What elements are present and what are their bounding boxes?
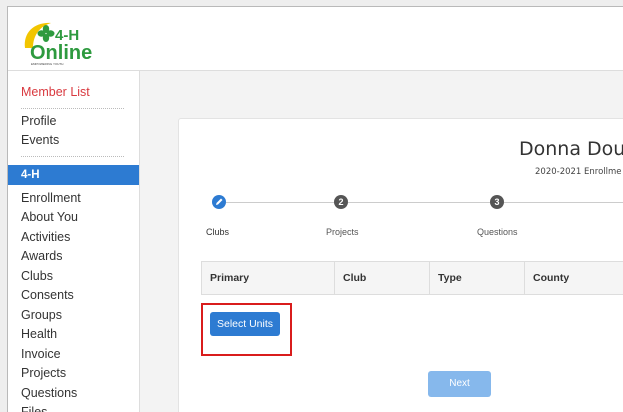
sidebar-divider [21, 108, 124, 109]
top-header: 4-H Online EMPOWERING YOUTH [8, 7, 623, 71]
step-connector [226, 202, 334, 203]
sidebar-item-projects[interactable]: Projects [8, 364, 139, 383]
4h-online-logo[interactable]: 4-H Online EMPOWERING YOUTH [21, 18, 101, 66]
sidebar-item-about-you[interactable]: About You [8, 208, 139, 227]
step-label-projects: Projects [326, 227, 359, 237]
member-name: Donna Dougl [519, 138, 623, 160]
enrollment-year: 2020-2021 Enrollme [535, 167, 622, 177]
sidebar-item-awards[interactable]: Awards [8, 247, 139, 266]
sidebar-item-clubs[interactable]: Clubs [8, 267, 139, 286]
step-clubs-indicator[interactable] [212, 195, 226, 209]
next-button[interactable]: Next [428, 371, 491, 397]
column-header-club[interactable]: Club [335, 262, 430, 294]
sidebar-item-health[interactable]: Health [8, 325, 139, 344]
pencil-icon [216, 198, 223, 205]
logo-tagline: EMPOWERING YOUTH [31, 62, 63, 66]
sidebar-item-consents[interactable]: Consents [8, 286, 139, 305]
column-header-county[interactable]: County [525, 262, 623, 294]
sidebar-item-enrollment[interactable]: Enrollment [8, 189, 139, 208]
column-header-type[interactable]: Type [430, 262, 525, 294]
sidebar-item-profile[interactable]: Profile [8, 112, 139, 131]
sidebar: Member List Profile Events 4-H Enrollmen… [8, 71, 140, 412]
sidebar-item-groups[interactable]: Groups [8, 306, 139, 325]
step-questions-indicator[interactable]: 3 [490, 195, 504, 209]
step-label-clubs: Clubs [206, 227, 230, 237]
step-label-questions: Questions [477, 227, 518, 237]
sidebar-item-questions[interactable]: Questions [8, 384, 139, 403]
select-units-highlight-box [201, 303, 292, 356]
sidebar-section-4h[interactable]: 4-H [8, 165, 139, 185]
step-connector [504, 202, 623, 203]
logo-online-text: Online [30, 42, 92, 64]
app-window: 4-H Online EMPOWERING YOUTH Member List … [7, 6, 623, 412]
column-header-primary[interactable]: Primary [202, 262, 335, 294]
step-projects-indicator[interactable]: 2 [334, 195, 348, 209]
step-connector [348, 202, 490, 203]
enrollment-card: Donna Dougl 2020-2021 Enrollme 2 3 Clubs… [178, 118, 623, 412]
sidebar-item-events[interactable]: Events [8, 131, 139, 150]
sidebar-item-invoice[interactable]: Invoice [8, 345, 139, 364]
sidebar-item-member-list[interactable]: Member List [8, 83, 139, 102]
sidebar-divider [21, 156, 124, 157]
clubs-table-header: Primary Club Type County [201, 261, 623, 295]
sidebar-item-activities[interactable]: Activities [8, 228, 139, 247]
